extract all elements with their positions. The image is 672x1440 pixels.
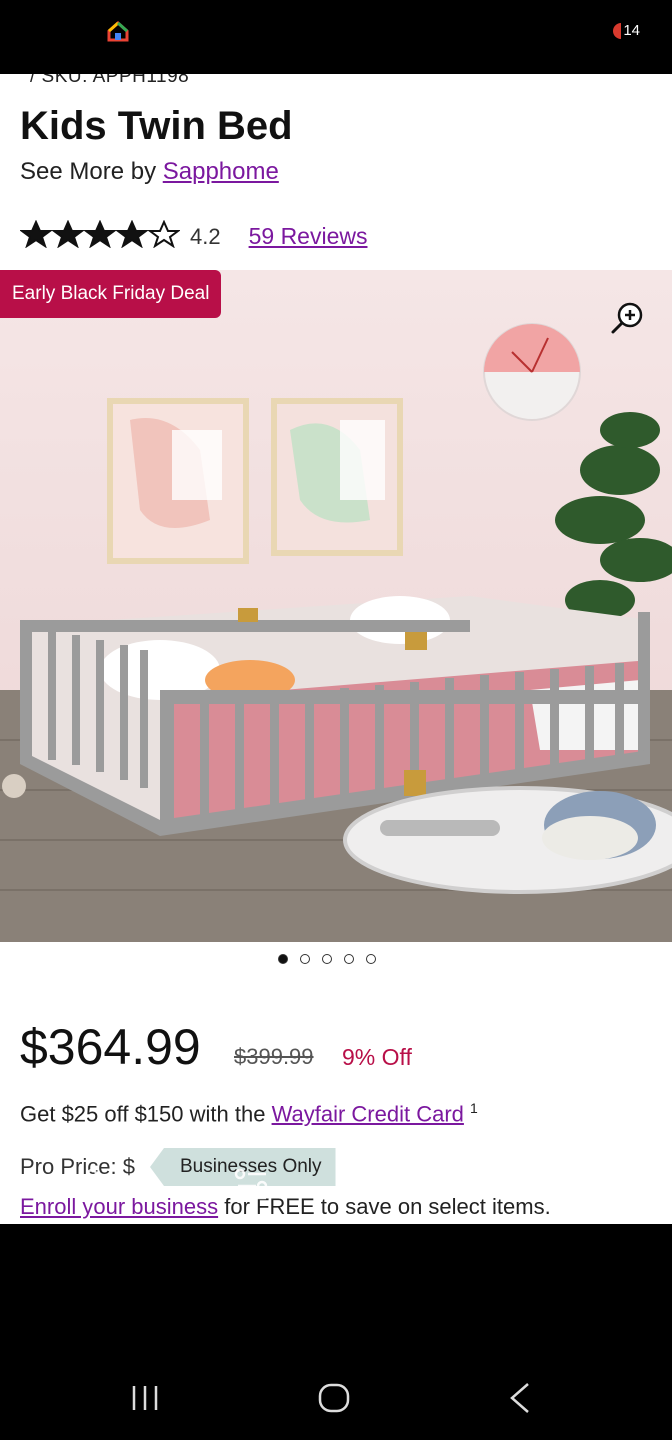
enroll-business-link[interactable]: Enroll your business	[20, 1194, 218, 1219]
deal-badge: Early Black Friday Deal	[0, 270, 222, 318]
back-icon[interactable]	[500, 1378, 540, 1418]
battery-level: 14	[623, 22, 640, 39]
rating-value: 4.2	[190, 223, 221, 249]
details-icon[interactable]	[232, 1166, 272, 1206]
navigation-bar	[0, 1356, 672, 1440]
carousel-dot[interactable]	[322, 954, 332, 964]
product-title: Kids Twin Bed	[20, 104, 293, 148]
battery-icon	[613, 22, 622, 39]
credit-offer-text: Get $25 off $150 with the	[20, 1101, 272, 1127]
credit-footnote: 1	[470, 1100, 478, 1116]
plus-icon[interactable]	[400, 1166, 440, 1206]
share-icon[interactable]	[62, 1166, 102, 1206]
current-price: $364.99	[20, 1019, 201, 1075]
recents-icon[interactable]	[126, 1378, 166, 1418]
rating-stars	[20, 220, 180, 253]
star-filled-icon	[20, 220, 52, 248]
product-sku: / SKU: APPH1198	[30, 74, 190, 87]
carousel-dot[interactable]	[278, 954, 288, 964]
credit-offer: Get $25 off $150 with the Wayfair Credit…	[20, 1100, 478, 1127]
page-indicator: 2 of 2	[300, 104, 371, 135]
reviews-link[interactable]: 59 Reviews	[249, 223, 368, 250]
credit-card-link[interactable]: Wayfair Credit Card	[272, 1101, 464, 1126]
home-icon[interactable]	[314, 1378, 354, 1418]
star-filled-icon	[84, 220, 116, 248]
discount-label: 9% Off	[342, 1044, 412, 1070]
brand-link[interactable]: Sapphome	[163, 158, 279, 185]
star-filled-icon	[52, 220, 84, 248]
product-image[interactable]	[0, 270, 672, 942]
home-app-icon	[107, 20, 129, 42]
battery-indicator: 14	[613, 22, 640, 39]
see-more-prefix: See More by	[20, 158, 163, 185]
star-empty-icon	[148, 220, 180, 248]
trash-icon[interactable]	[568, 1166, 608, 1206]
carousel-dots	[278, 954, 376, 964]
original-price: $399.99	[234, 1044, 314, 1069]
carousel-dot[interactable]	[366, 954, 376, 964]
status-bar: 14	[0, 0, 672, 74]
carousel-dot[interactable]	[300, 954, 310, 964]
carousel-dot[interactable]	[344, 954, 354, 964]
zoom-in-icon[interactable]	[610, 300, 646, 336]
product-viewer: / SKU: APPH1198 Kids Twin Bed 2 of 2 See…	[0, 74, 672, 1224]
see-more-line: See More by Sapphome	[20, 158, 279, 186]
star-filled-icon	[116, 220, 148, 248]
rating-row: 4.2 59 Reviews	[20, 220, 367, 253]
